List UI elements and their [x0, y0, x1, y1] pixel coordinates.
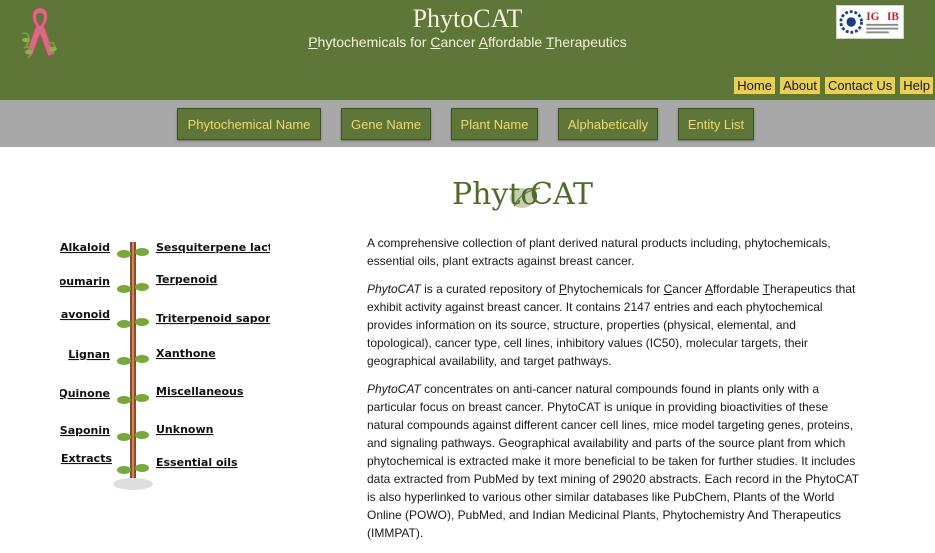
description-section: A comprehensive collection of plant deri…: [367, 234, 859, 552]
entity-list-button[interactable]: Entity List: [678, 108, 754, 140]
top-navigation: Home About Contact Us Help: [734, 77, 933, 94]
class-flavonoid-link[interactable]: Flavonoid: [60, 308, 110, 321]
class-xanthone-link[interactable]: Xanthone: [156, 347, 216, 360]
nav-about-link[interactable]: About: [779, 77, 820, 94]
phytocat-brand-logo: Phyto CAT: [452, 177, 593, 212]
class-terpenoid-link[interactable]: Terpenoid: [156, 273, 217, 286]
nav-help-link[interactable]: Help: [900, 77, 933, 94]
class-alkaloid-link[interactable]: Alkaloid: [60, 241, 110, 254]
svg-text:Phyto: Phyto: [452, 177, 539, 212]
class-essential-oils-link[interactable]: Essential oils: [156, 456, 238, 469]
alphabetically-button[interactable]: Alphabetically: [558, 108, 658, 140]
class-quinone-link[interactable]: Quinone: [60, 387, 110, 400]
institute-logo[interactable]: IG IB: [836, 5, 904, 39]
class-unknown-link[interactable]: Unknown: [156, 423, 213, 436]
plant-name-button[interactable]: Plant Name: [451, 108, 538, 140]
nav-home-link[interactable]: Home: [734, 77, 775, 94]
phytochemical-name-button[interactable]: Phytochemical Name: [177, 108, 321, 140]
category-bar: Phytochemical Name Gene Name Plant Name …: [0, 100, 935, 147]
description-paragraph-2: PhytoCAT is a curated repository of Phyt…: [367, 282, 856, 368]
class-sesquiterpene-lactone-link[interactable]: Sesquiterpene lactone: [156, 241, 270, 254]
site-header: PhytoCAT Phytochemicals for Cancer Affor…: [0, 0, 935, 100]
class-triterpenoid-saponin-link[interactable]: Triterpenoid saponin: [156, 312, 270, 325]
site-subtitle: Phytochemicals for Cancer Affordable The…: [308, 34, 627, 50]
description-paragraph-3: PhytoCAT concentrates on anti-cancer nat…: [367, 382, 859, 540]
class-lignan-link[interactable]: Lignan: [68, 348, 110, 361]
description-paragraph-1: A comprehensive collection of plant deri…: [367, 236, 831, 268]
svg-text:CAT: CAT: [530, 177, 593, 212]
gene-name-button[interactable]: Gene Name: [341, 108, 431, 140]
class-miscellaneous-link[interactable]: Miscellaneous: [156, 385, 244, 398]
site-title: PhytoCAT: [412, 4, 523, 33]
svg-text:IG: IG: [866, 11, 879, 23]
phytochemical-class-tree: Alkaloid Coumarin Flavonoid Lignan Quino…: [60, 241, 270, 490]
svg-text:IB: IB: [887, 11, 899, 23]
nav-contact-link[interactable]: Contact Us: [824, 77, 896, 94]
class-extracts-link[interactable]: Extracts: [61, 452, 112, 465]
class-saponin-link[interactable]: Saponin: [60, 424, 110, 437]
class-coumarin-link[interactable]: Coumarin: [60, 275, 110, 288]
